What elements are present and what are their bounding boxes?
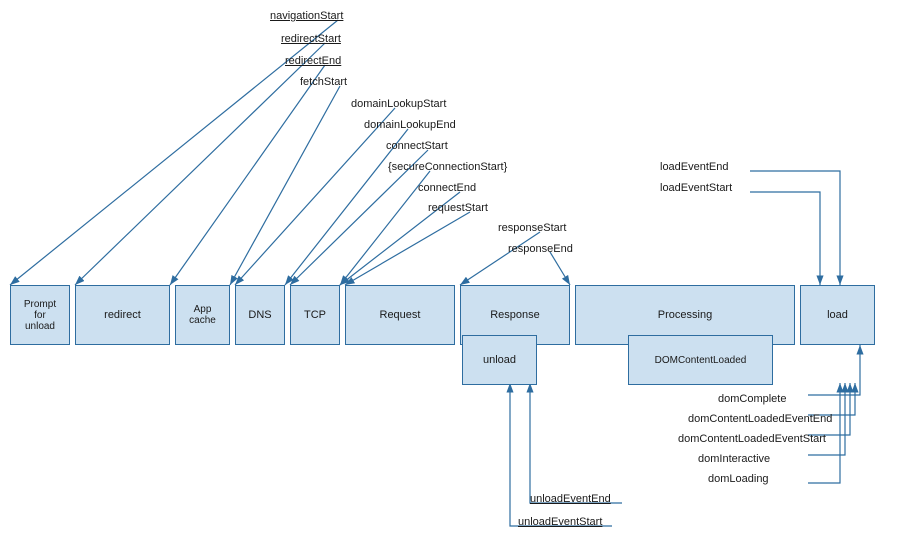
label-navigationstart: navigationStart bbox=[270, 10, 343, 22]
box-dns: DNS bbox=[235, 285, 285, 345]
label-domloading: domLoading bbox=[708, 473, 769, 485]
box-domcontentloaded: DOMContentLoaded bbox=[628, 335, 773, 385]
label-domcomplete: domComplete bbox=[718, 393, 786, 405]
label-redirectend: redirectEnd bbox=[285, 55, 341, 67]
box-prompt: Promptforunload bbox=[10, 285, 70, 345]
box-tcp: TCP bbox=[290, 285, 340, 345]
label-requeststart: requestStart bbox=[428, 202, 488, 214]
box-load: load bbox=[800, 285, 875, 345]
label-connectstart: connectStart bbox=[386, 140, 448, 152]
box-appcache: Appcache bbox=[175, 285, 230, 345]
label-domcontentloadedeventstart: domContentLoadedEventStart bbox=[678, 433, 826, 445]
label-responseend: responseEnd bbox=[508, 243, 573, 255]
label-fetchstart: fetchStart bbox=[300, 76, 347, 88]
label-loadeventend: loadEventEnd bbox=[660, 161, 729, 173]
label-dominteractive: domInteractive bbox=[698, 453, 770, 465]
label-redirectstart: redirectStart bbox=[281, 33, 341, 45]
label-unloadeventend: unloadEventEnd bbox=[530, 493, 611, 505]
box-redirect: redirect bbox=[75, 285, 170, 345]
svg-arrows bbox=[0, 0, 912, 555]
label-secureconnectionstart: {secureConnectionStart} bbox=[388, 161, 507, 173]
box-unload: unload bbox=[462, 335, 537, 385]
diagram: Promptforunload redirect Appcache DNS TC… bbox=[0, 0, 912, 555]
label-domainlookupend: domainLookupEnd bbox=[364, 119, 456, 131]
label-responsestart: responseStart bbox=[498, 222, 566, 234]
label-unloadeventstart: unloadEventStart bbox=[518, 516, 602, 528]
label-domcontentloadedeventend: domContentLoadedEventEnd bbox=[688, 413, 832, 425]
box-request: Request bbox=[345, 285, 455, 345]
label-loadeventstart: loadEventStart bbox=[660, 182, 732, 194]
label-domainlookupstart: domainLookupStart bbox=[351, 98, 446, 110]
label-connectend: connectEnd bbox=[418, 182, 476, 194]
